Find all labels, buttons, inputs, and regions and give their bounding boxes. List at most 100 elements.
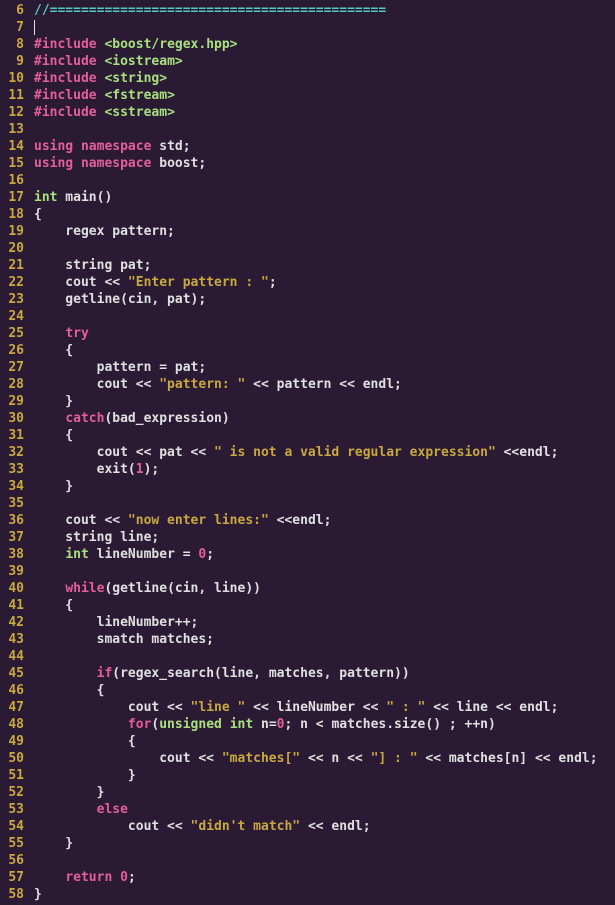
line-number: 24 — [2, 308, 24, 325]
code-line: //======================================… — [34, 2, 615, 19]
code-token — [222, 717, 230, 732]
code-token: { — [34, 207, 42, 222]
code-token: ; — [206, 547, 214, 562]
code-line: #include <fstream> — [34, 87, 615, 104]
line-number: 16 — [2, 172, 24, 189]
code-line: for(unsigned int n=0; n < matches.size()… — [34, 716, 615, 733]
code-editor[interactable]: 6789101112131415161718192021222324252627… — [0, 0, 615, 905]
code-token: { — [34, 598, 73, 613]
code-token: << line << endl; — [425, 700, 558, 715]
code-line: cout << "Enter pattern : "; — [34, 274, 615, 291]
code-line: string line; — [34, 529, 615, 546]
code-token: #include — [34, 105, 104, 120]
code-token: (getline(cin, line)) — [104, 581, 261, 596]
line-number: 23 — [2, 291, 24, 308]
code-line: #include <boost/regex.hpp> — [34, 36, 615, 53]
line-number: 44 — [2, 648, 24, 665]
code-token: cout << — [34, 377, 159, 392]
code-area[interactable]: //======================================… — [28, 0, 615, 905]
line-number: 56 — [2, 852, 24, 869]
code-line: if(regex_search(line, matches, pattern)) — [34, 665, 615, 682]
code-line: using namespace boost; — [34, 155, 615, 172]
code-token: << pattern << endl; — [245, 377, 402, 392]
code-token: #include — [34, 88, 104, 103]
code-token: (regex_search(line, matches, pattern)) — [112, 666, 409, 681]
line-number: 12 — [2, 104, 24, 121]
code-token: 0 — [120, 870, 128, 885]
line-number: 11 — [2, 87, 24, 104]
code-line: } — [34, 886, 615, 903]
line-number-gutter: 6789101112131415161718192021222324252627… — [0, 0, 28, 905]
line-number: 48 — [2, 716, 24, 733]
line-number: 9 — [2, 53, 24, 70]
line-number: 45 — [2, 665, 24, 682]
code-token: int — [230, 717, 253, 732]
line-number: 54 — [2, 818, 24, 835]
code-token: namespace — [81, 139, 151, 154]
code-token: "line " — [191, 700, 246, 715]
code-token: "matches[" — [222, 751, 300, 766]
code-token: "Enter pattern : " — [128, 275, 269, 290]
line-number: 19 — [2, 223, 24, 240]
line-number: 50 — [2, 750, 24, 767]
code-token: cout << pat << — [34, 445, 214, 460]
code-token — [34, 326, 65, 341]
code-token: //======================================… — [34, 3, 386, 18]
code-token: <string> — [104, 71, 167, 86]
line-number: 55 — [2, 835, 24, 852]
code-line: { — [34, 206, 615, 223]
code-line — [34, 121, 615, 138]
line-number: 17 — [2, 189, 24, 206]
code-token: if — [97, 666, 113, 681]
code-line: cout << "didn't match" << endl; — [34, 818, 615, 835]
code-token: return — [65, 870, 112, 885]
line-number: 42 — [2, 614, 24, 631]
code-token: { — [34, 428, 73, 443]
code-line: #include <sstream> — [34, 104, 615, 121]
code-token: <sstream> — [104, 105, 174, 120]
code-token: <<endl; — [496, 445, 559, 460]
code-line: } — [34, 393, 615, 410]
code-line: catch(bad_expression) — [34, 410, 615, 427]
line-number: 27 — [2, 359, 24, 376]
code-line: } — [34, 478, 615, 495]
code-line: getline(cin, pat); — [34, 291, 615, 308]
line-number: 46 — [2, 682, 24, 699]
line-number: 25 — [2, 325, 24, 342]
code-line: string pat; — [34, 257, 615, 274]
code-token: else — [97, 802, 128, 817]
line-number: 57 — [2, 869, 24, 886]
line-number: 52 — [2, 784, 24, 801]
line-number: 7 — [2, 19, 24, 36]
line-number: 36 — [2, 512, 24, 529]
code-token: <iostream> — [104, 54, 182, 69]
code-line: int lineNumber = 0; — [34, 546, 615, 563]
code-line: using namespace std; — [34, 138, 615, 155]
code-token: lineNumber = — [89, 547, 199, 562]
code-line: pattern = pat; — [34, 359, 615, 376]
code-token: string pat; — [34, 258, 151, 273]
code-token: catch — [65, 411, 104, 426]
line-number: 26 — [2, 342, 24, 359]
code-token: #include — [34, 54, 104, 69]
code-token: } — [34, 785, 104, 800]
line-number: 41 — [2, 597, 24, 614]
line-number: 14 — [2, 138, 24, 155]
code-token: while — [65, 581, 104, 596]
code-token: #include — [34, 37, 104, 52]
code-token: << n << — [300, 751, 370, 766]
code-line: return 0; — [34, 869, 615, 886]
code-line: cout << "line " << lineNumber << " : " <… — [34, 699, 615, 716]
code-line — [34, 172, 615, 189]
line-number: 35 — [2, 495, 24, 512]
code-token: } — [34, 479, 73, 494]
code-token: << matches[n] << endl; — [418, 751, 598, 766]
code-token: cout << — [34, 819, 191, 834]
code-token: "now enter lines:" — [128, 513, 269, 528]
code-token: (bad_expression) — [104, 411, 229, 426]
code-line — [34, 852, 615, 869]
code-token: <<endl; — [269, 513, 332, 528]
code-token: pattern = pat; — [34, 360, 206, 375]
line-number: 30 — [2, 410, 24, 427]
code-line: smatch matches; — [34, 631, 615, 648]
